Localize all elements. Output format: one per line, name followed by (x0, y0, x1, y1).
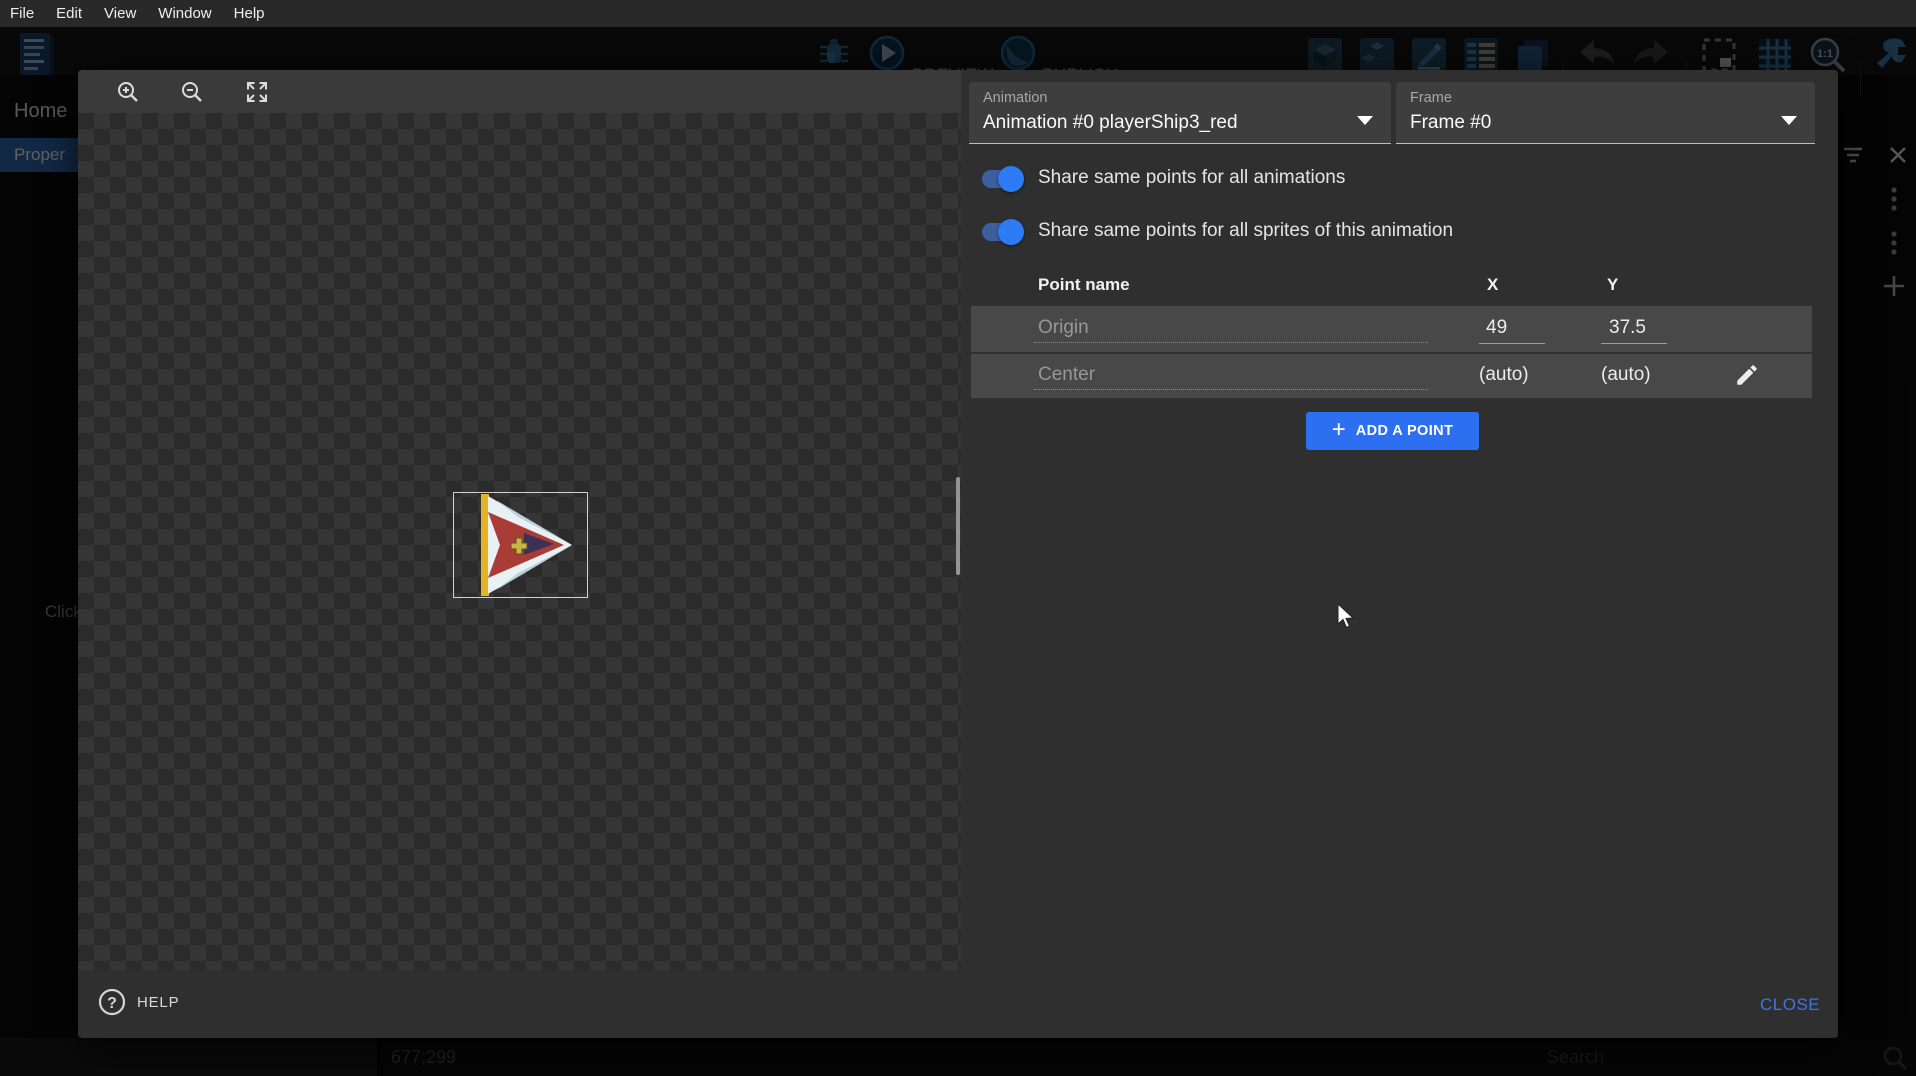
menu-file[interactable]: File (10, 5, 34, 22)
frame-select-label: Frame (1410, 90, 1452, 106)
help-icon: ? (98, 988, 126, 1016)
menu-view[interactable]: View (104, 5, 136, 22)
sprite-canvas[interactable] (78, 113, 961, 970)
table-row-origin[interactable] (971, 306, 1812, 352)
player-ship-sprite (454, 493, 587, 597)
point-y-field: (auto) (1601, 364, 1651, 386)
point-y-field[interactable]: 37.5 (1609, 317, 1646, 339)
animation-select-label: Animation (983, 90, 1047, 106)
point-y-underline (1601, 343, 1667, 344)
menu-edit[interactable]: Edit (56, 5, 82, 22)
menu-help[interactable]: Help (234, 5, 265, 22)
point-name-underline (1034, 389, 1428, 390)
point-x-field[interactable]: 49 (1486, 317, 1507, 339)
edit-points-dialog: Animation Animation #0 playerShip3_red F… (78, 70, 1838, 1038)
toggle-share-all-sprites-knob[interactable] (998, 219, 1024, 245)
menu-bar: File Edit View Window Help (0, 0, 1916, 27)
edit-point-icon[interactable] (1734, 362, 1760, 388)
canvas-scrollbar[interactable] (956, 477, 960, 575)
add-a-point-button[interactable]: + ADD A POINT (1306, 412, 1479, 450)
toggle-share-all-sprites-label: Share same points for all sprites of thi… (1038, 220, 1453, 242)
help-button[interactable]: ? HELP (98, 988, 179, 1016)
zoom-out-icon[interactable] (180, 80, 204, 104)
menu-window[interactable]: Window (158, 5, 211, 22)
toggle-share-all-animations-label: Share same points for all animations (1038, 167, 1345, 189)
zoom-in-icon[interactable] (116, 80, 140, 104)
frame-select-value: Frame #0 (1410, 112, 1491, 134)
svg-text:?: ? (107, 995, 117, 1012)
column-header-x: X (1487, 275, 1498, 295)
column-header-point-name: Point name (1038, 275, 1130, 295)
plus-icon: + (1332, 418, 1346, 442)
close-button[interactable]: CLOSE (1760, 995, 1820, 1015)
toggle-share-all-animations-knob[interactable] (998, 166, 1024, 192)
column-header-y: Y (1607, 275, 1618, 295)
point-name-field[interactable]: Origin (1038, 317, 1089, 339)
point-name-field[interactable]: Center (1038, 364, 1095, 386)
fit-to-screen-icon[interactable] (245, 80, 269, 104)
point-name-underline (1034, 342, 1428, 343)
chevron-down-icon (1781, 116, 1797, 125)
point-x-underline (1479, 343, 1545, 344)
canvas-toolbar (78, 70, 961, 113)
chevron-down-icon (1357, 116, 1373, 125)
animation-select-value: Animation #0 playerShip3_red (983, 112, 1238, 134)
table-row-center[interactable] (971, 354, 1812, 398)
point-x-field: (auto) (1479, 364, 1529, 386)
mouse-cursor (1336, 603, 1356, 631)
help-label: HELP (137, 994, 179, 1011)
animation-select[interactable]: Animation Animation #0 playerShip3_red (969, 82, 1391, 144)
frame-select[interactable]: Frame Frame #0 (1396, 82, 1815, 144)
add-a-point-label: ADD A POINT (1356, 423, 1454, 439)
sprite-frame[interactable] (453, 492, 588, 598)
